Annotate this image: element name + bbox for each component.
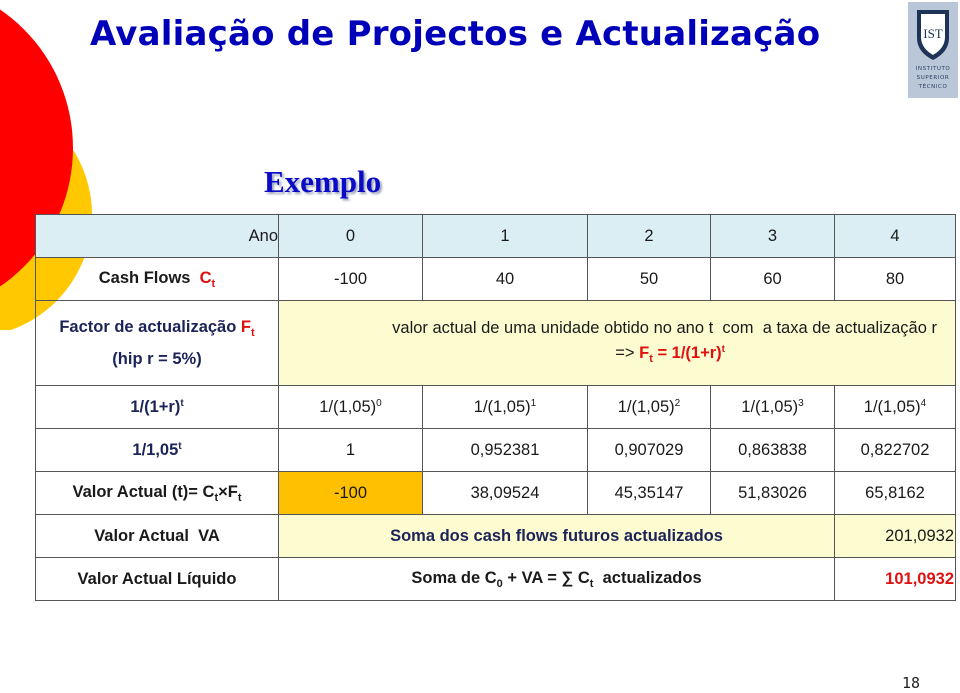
factor-label-text: Factor de actualização	[59, 318, 237, 336]
page-number: 18	[902, 674, 921, 692]
year-label: Ano	[35, 214, 279, 258]
factor-values-label: 1/1,05t	[35, 428, 279, 472]
ist-shield-icon: IST	[917, 10, 949, 60]
logo-line-3: TÉCNICO	[918, 84, 948, 90]
formula-exp: 2	[674, 397, 681, 409]
npv-example-table: Ano 0 1 2 3 4 Cash Flows Ct -100 40 50 6…	[35, 214, 956, 601]
factor-value-cell: 0,863838	[710, 428, 835, 472]
factor-value-cell: 0,952381	[422, 428, 588, 472]
pv-sub-2: t	[237, 491, 242, 504]
discount-factor-row: Factor de actualização Ft (hip r = 5%) v…	[35, 300, 956, 386]
cash-flows-label: Cash Flows Ct	[35, 257, 279, 301]
formula-exp: 4	[920, 397, 927, 409]
va-value: 201,0932	[834, 514, 956, 558]
logo-monogram: IST	[923, 26, 943, 41]
formula-cell: 1/(1,05)1	[422, 385, 588, 429]
symbol-c: C	[199, 268, 212, 287]
symbol-sub: t	[211, 277, 216, 290]
present-value-cell: -100	[278, 471, 423, 515]
present-value-cell: 51,83026	[710, 471, 835, 515]
npv-description: Soma de C0 + VA = ∑ Ct actualizados	[278, 557, 835, 601]
npv-label: Valor Actual Líquido	[35, 557, 279, 601]
slide-subtitle: Exemplo	[264, 164, 382, 199]
symbol-sub: t	[251, 327, 255, 339]
present-value-cell: 65,8162	[834, 471, 956, 515]
npv-row: Valor Actual Líquido Soma de C0 + VA = ∑…	[35, 557, 956, 601]
factor-value-cell: 0,907029	[587, 428, 711, 472]
factor-symbol: Ft	[240, 318, 255, 339]
formula-arrow: =>	[615, 343, 635, 362]
factor-formula: => Ft = 1/(1+r)t	[279, 339, 937, 370]
logo-line-2: SUPERIOR	[916, 75, 950, 81]
present-value-label: Valor Actual (t)= Ct×Ft	[35, 471, 279, 515]
factor-values-row: 1/1,05t 1 0,952381 0,907029 0,863838 0,8…	[35, 428, 956, 472]
formula-body: = 1/(1+r)	[652, 343, 722, 362]
year-cell: 2	[587, 214, 711, 258]
formula-base: 1/(1,05)	[473, 397, 531, 416]
cash-flow-cell: 40	[422, 257, 588, 301]
present-value-cell: 45,35147	[587, 471, 711, 515]
year-cell: 4	[834, 214, 956, 258]
factor-description: valor actual de uma unidade obtido no an…	[392, 318, 937, 337]
institution-logo: IST INSTITUTO SUPERIOR TÉCNICO	[908, 2, 958, 98]
cash-flow-cell: 60	[710, 257, 835, 301]
formula-expression: Ft = 1/(1+r)t	[639, 343, 725, 365]
va-label: Valor Actual VA	[35, 514, 279, 558]
slide-title: Avaliação de Projectos e Actualização	[90, 14, 821, 54]
logo-line-1: INSTITUTO	[915, 66, 951, 72]
symbol-f: F	[240, 318, 251, 336]
formula-exp: 0	[376, 397, 382, 409]
va-description: Soma dos cash flows futuros actualizados	[278, 514, 835, 558]
factor-values-text: 1/1,05	[132, 440, 179, 459]
formula-base: 1/(1,05)	[319, 397, 377, 416]
formula-row: 1/(1+r)t 1/(1,05)0 1/(1,05)1 1/(1,05)2 1…	[35, 385, 956, 429]
year-cell: 3	[710, 214, 835, 258]
npv-desc-a: Soma de C	[411, 568, 497, 587]
rate-hypothesis: (hip r = 5%)	[112, 350, 202, 368]
factor-value-cell: 0,822702	[834, 428, 956, 472]
cash-flow-cell: 50	[587, 257, 711, 301]
formula-row-label: 1/(1+r)t	[35, 385, 279, 429]
formula-cell: 1/(1,05)2	[587, 385, 711, 429]
formula-base: 1/(1,05)	[617, 397, 675, 416]
formula-base: 1/(1,05)	[863, 397, 921, 416]
factor-value-cell: 1	[278, 428, 423, 472]
cash-flow-symbol: Ct	[199, 268, 216, 290]
factor-values-sup: t	[178, 440, 182, 452]
cash-flow-cell: -100	[278, 257, 423, 301]
formula-label-text: 1/(1+r)	[130, 397, 181, 416]
pv-label-mid: ×F	[218, 482, 238, 501]
cash-flow-cell: 80	[834, 257, 956, 301]
formula-exp: 1	[530, 397, 537, 409]
discount-factor-label: Factor de actualização Ft (hip r = 5%)	[35, 300, 279, 386]
va-row: Valor Actual VA Soma dos cash flows futu…	[35, 514, 956, 558]
npv-desc-c: actualizados	[593, 568, 702, 587]
cash-flows-text: Cash Flows	[98, 268, 191, 287]
discount-factor-note: valor actual de uma unidade obtido no an…	[278, 300, 956, 386]
npv-desc-b: + VA = ∑ C	[502, 568, 590, 587]
formula-cell: 1/(1,05)3	[710, 385, 835, 429]
year-cell: 1	[422, 214, 588, 258]
year-row: Ano 0 1 2 3 4	[35, 214, 956, 258]
formula-exp: 3	[798, 397, 804, 409]
formula-sup: t	[721, 343, 725, 355]
formula-f: F	[639, 343, 650, 362]
present-value-row: Valor Actual (t)= Ct×Ft -100 38,09524 45…	[35, 471, 956, 515]
formula-label-sup: t	[180, 397, 184, 409]
formula-cell: 1/(1,05)4	[834, 385, 956, 429]
present-value-cell: 38,09524	[422, 471, 588, 515]
pv-label-text: Valor Actual (t)= C	[72, 482, 215, 501]
cash-flows-row: Cash Flows Ct -100 40 50 60 80	[35, 257, 956, 301]
formula-cell: 1/(1,05)0	[278, 385, 423, 429]
year-cell: 0	[278, 214, 423, 258]
npv-value: 101,0932	[834, 557, 956, 601]
formula-base: 1/(1,05)	[741, 397, 799, 416]
